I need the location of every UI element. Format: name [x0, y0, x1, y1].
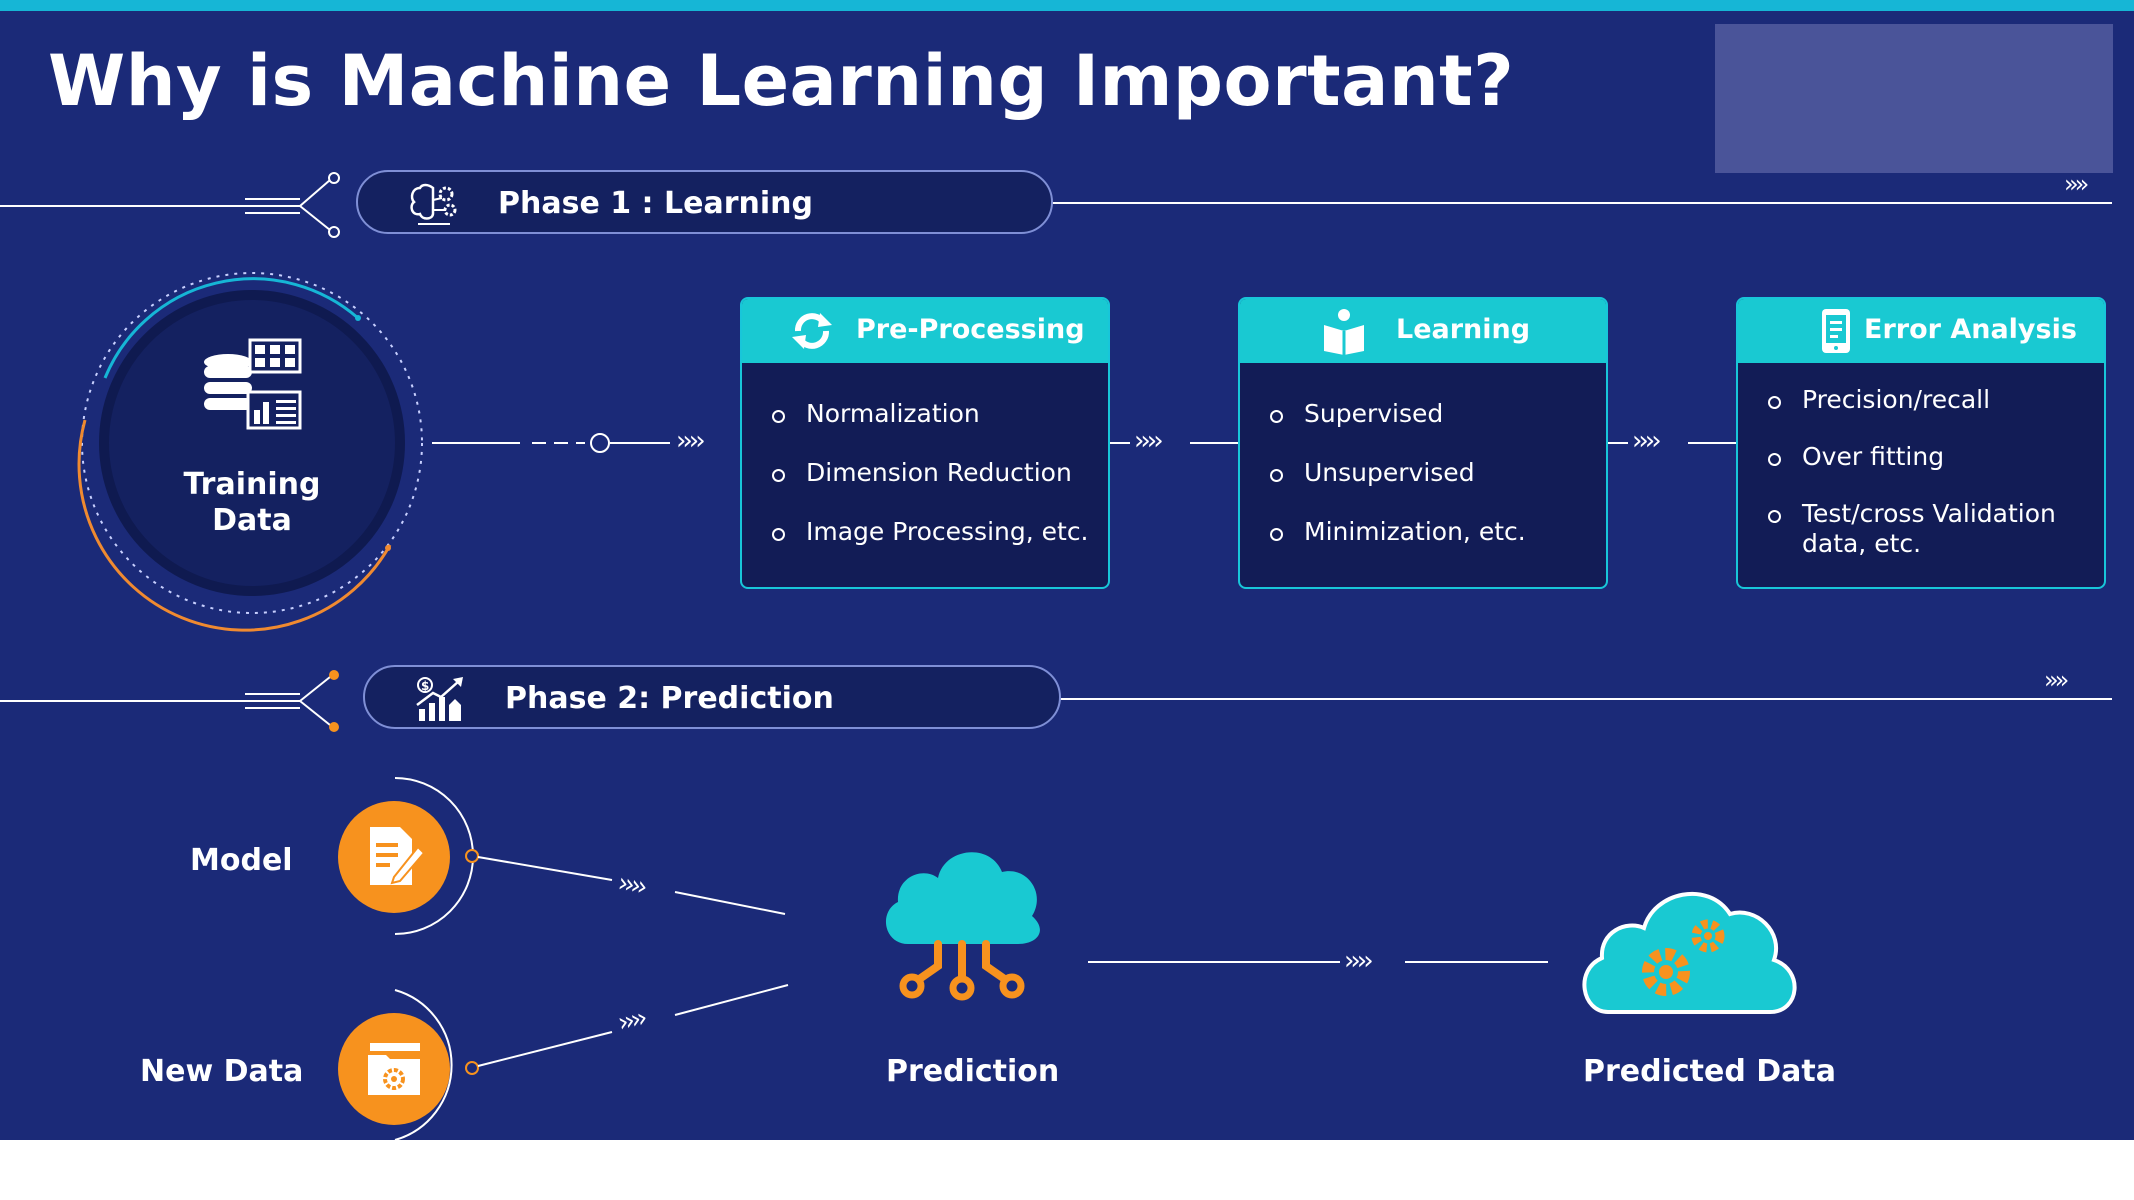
- card-title: Learning: [1396, 314, 1531, 345]
- mobile-report-icon: [1822, 309, 1850, 353]
- svg-text:$: $: [421, 679, 429, 693]
- card-header: Pre-Processing: [742, 299, 1108, 363]
- phase-1-end-arrows: »»: [2064, 170, 2089, 198]
- refresh-cycle-icon: [792, 313, 832, 349]
- card-title: Pre-Processing: [856, 314, 1085, 345]
- folder-gear-icon: [368, 1043, 420, 1095]
- card-header: Error Analysis: [1738, 299, 2104, 363]
- reading-person-icon: [1324, 309, 1364, 355]
- training-data-line-2: Data: [212, 503, 292, 538]
- phase-1-label: Phase 1 : Learning: [498, 186, 813, 221]
- list-item: Supervised: [1270, 399, 1600, 429]
- training-data-line-1: Training: [183, 467, 321, 502]
- card-item-list: Precision/recall Over fitting Test/cross…: [1768, 385, 2098, 586]
- slide: Why is Machine Learning Important? Phase…: [0, 0, 2134, 1140]
- cloud-network-icon: [885, 852, 1040, 1001]
- card-error-analysis: Error Analysis Precision/recall Over fit…: [1736, 297, 2106, 589]
- model-label: Model: [190, 843, 293, 878]
- phase-2-end-arrows: »»: [2044, 666, 2069, 694]
- training-data-label: Training Data: [166, 467, 338, 539]
- brain-gears-icon: [410, 183, 457, 225]
- phase-2-label: Phase 2: Prediction: [505, 681, 834, 716]
- phase-1-header: Phase 1 : Learning: [356, 170, 1053, 234]
- model-flow-arrows: ››››: [615, 868, 647, 902]
- prediction-flow-arrows: ››››: [1344, 946, 1374, 976]
- list-item: Precision/recall: [1768, 385, 2098, 415]
- growth-chart-icon: $: [416, 677, 463, 721]
- cloud-gears-icon: [1582, 891, 1797, 1014]
- database-grid-chart-icon: [204, 338, 302, 430]
- document-edit-icon: [370, 827, 424, 885]
- card-learning: Learning Supervised Unsupervised Minimiz…: [1238, 297, 1608, 589]
- prediction-label: Prediction: [886, 1054, 1060, 1089]
- model-node: [338, 801, 450, 913]
- card-pre-processing: Pre-Processing Normalization Dimension R…: [740, 297, 1110, 589]
- predicted-data-label: Predicted Data: [1583, 1054, 1837, 1089]
- list-item: Test/cross Validation data, etc.: [1768, 499, 2098, 559]
- list-item: Dimension Reduction: [772, 458, 1102, 488]
- card-title: Error Analysis: [1864, 314, 2077, 345]
- list-item: Normalization: [772, 399, 1102, 429]
- card-item-list: Normalization Dimension Reduction Image …: [772, 399, 1102, 576]
- flow-arrows-2: ››››: [1134, 426, 1164, 456]
- list-item: Image Processing, etc.: [772, 517, 1102, 547]
- flow-arrows-1: ››››: [676, 426, 706, 456]
- card-item-list: Supervised Unsupervised Minimization, et…: [1270, 399, 1600, 576]
- list-item: Unsupervised: [1270, 458, 1600, 488]
- phase-2-header: $ Phase 2: Prediction: [363, 665, 1061, 729]
- list-item: Over fitting: [1768, 442, 2098, 472]
- new-data-label: New Data: [140, 1054, 304, 1089]
- list-item: Minimization, etc.: [1270, 517, 1600, 547]
- flow-arrows-3: ››››: [1632, 426, 1662, 456]
- card-header: Learning: [1240, 299, 1606, 363]
- new-data-node: [338, 1013, 450, 1125]
